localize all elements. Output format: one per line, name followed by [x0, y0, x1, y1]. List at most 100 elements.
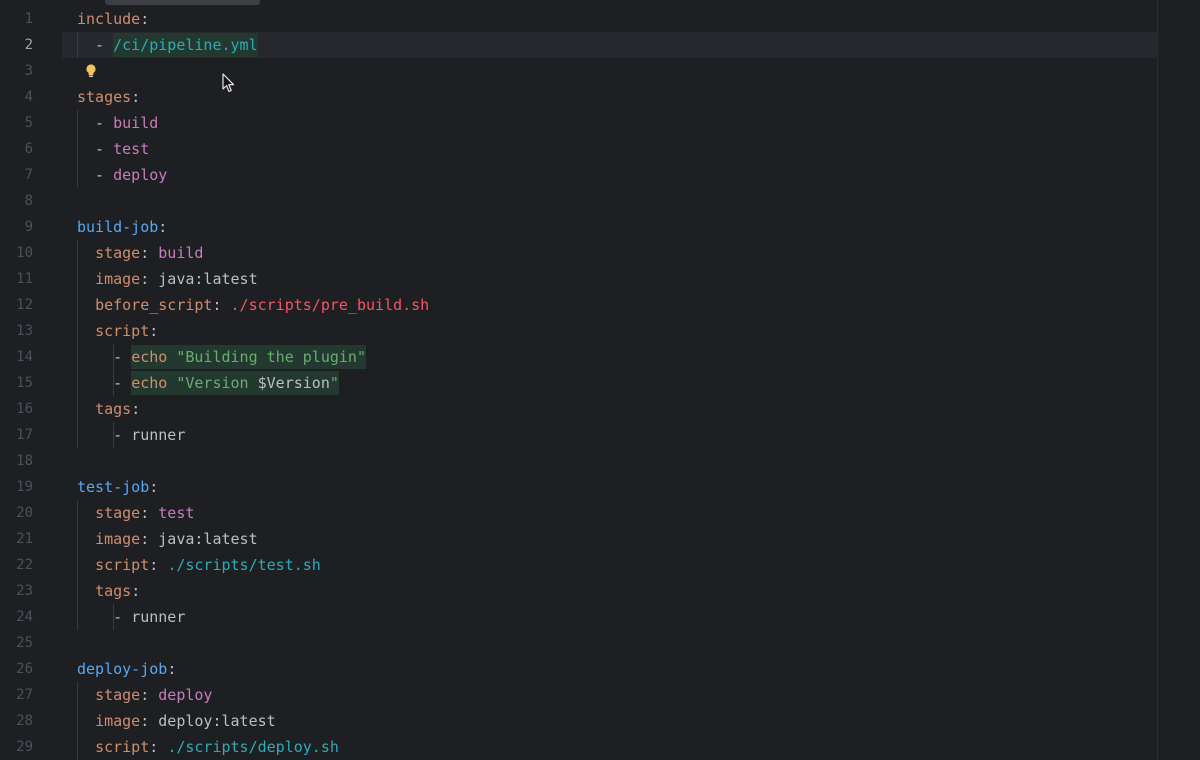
- code-line[interactable]: 27 stage: deploy: [0, 682, 1200, 708]
- code-line[interactable]: 9 build-job:: [0, 214, 1200, 240]
- line-number[interactable]: 12: [0, 292, 33, 318]
- code-token: image: [95, 530, 141, 548]
- line-number[interactable]: 11: [0, 266, 33, 292]
- line-number[interactable]: 7: [0, 162, 33, 188]
- code-line[interactable]: 11 image: java:latest: [0, 266, 1200, 292]
- line-content[interactable]: before_script: ./scripts/pre_build.sh: [77, 292, 429, 318]
- line-content[interactable]: stage: build: [77, 240, 203, 266]
- line-content[interactable]: - /ci/pipeline.yml: [77, 32, 258, 58]
- line-content[interactable]: test-job:: [77, 474, 158, 500]
- code-line[interactable]: 1 include:: [0, 6, 1200, 32]
- code-line[interactable]: 12 before_script: ./scripts/pre_build.sh: [0, 292, 1200, 318]
- line-number[interactable]: 13: [0, 318, 33, 344]
- line-content[interactable]: - deploy: [77, 162, 167, 188]
- code-line[interactable]: 15 - echo "Version $Version": [0, 370, 1200, 396]
- line-content[interactable]: stage: deploy: [77, 682, 212, 708]
- code-line[interactable]: 18: [0, 448, 1200, 474]
- code-token: stages: [77, 88, 132, 106]
- line-content[interactable]: tags:: [77, 578, 140, 604]
- code-line[interactable]: 7 - deploy: [0, 162, 1200, 188]
- line-number[interactable]: 24: [0, 604, 33, 630]
- line-number[interactable]: 16: [0, 396, 33, 422]
- line-content[interactable]: include:: [77, 6, 149, 32]
- code-line[interactable]: 3: [0, 58, 1200, 84]
- line-number[interactable]: 4: [0, 84, 33, 110]
- line-number[interactable]: 9: [0, 214, 33, 240]
- line-number[interactable]: 20: [0, 500, 33, 526]
- code-line[interactable]: 5 - build: [0, 110, 1200, 136]
- line-content[interactable]: script: ./scripts/deploy.sh: [77, 734, 339, 760]
- line-content[interactable]: image: java:latest: [77, 526, 258, 552]
- horizontal-scrollbar-thumb[interactable]: [105, 0, 260, 5]
- code-line[interactable]: 28 image: deploy:latest: [0, 708, 1200, 734]
- code-token: deploy-job: [77, 660, 168, 678]
- code-line[interactable]: 8: [0, 188, 1200, 214]
- code-token: -: [77, 36, 114, 54]
- line-content[interactable]: build-job:: [77, 214, 167, 240]
- line-number[interactable]: 18: [0, 448, 33, 474]
- line-content[interactable]: deploy-job:: [77, 656, 176, 682]
- line-number[interactable]: 1: [0, 6, 33, 32]
- line-number[interactable]: 21: [0, 526, 33, 552]
- code-token: /ci/pipeline.yml: [113, 33, 258, 57]
- line-number[interactable]: 25: [0, 630, 33, 656]
- line-number[interactable]: 10: [0, 240, 33, 266]
- code-line[interactable]: 26 deploy-job:: [0, 656, 1200, 682]
- line-number[interactable]: 8: [0, 188, 33, 214]
- line-content[interactable]: stage: test: [77, 500, 194, 526]
- line-content[interactable]: - echo "Version $Version": [77, 370, 339, 396]
- code-line[interactable]: 22 script: ./scripts/test.sh: [0, 552, 1200, 578]
- line-number[interactable]: 2: [0, 32, 33, 58]
- line-number[interactable]: 22: [0, 552, 33, 578]
- code-token: :: [140, 530, 159, 548]
- code-line[interactable]: 23 tags:: [0, 578, 1200, 604]
- code-editor[interactable]: 1 include: 2 - /ci/pipeline.yml 3 4 stages: 5 …: [0, 0, 1200, 760]
- line-content[interactable]: script: ./scripts/test.sh: [77, 552, 321, 578]
- line-content[interactable]: tags:: [77, 396, 140, 422]
- line-number[interactable]: 5: [0, 110, 33, 136]
- line-number[interactable]: 28: [0, 708, 33, 734]
- code-line[interactable]: 19 test-job:: [0, 474, 1200, 500]
- line-number[interactable]: 29: [0, 734, 33, 760]
- code-line[interactable]: 20 stage: test: [0, 500, 1200, 526]
- code-line[interactable]: 24 - runner: [0, 604, 1200, 630]
- editor-lines[interactable]: 1 include: 2 - /ci/pipeline.yml 3 4 stages: 5 …: [0, 6, 1200, 760]
- code-token: :: [131, 582, 141, 600]
- line-content[interactable]: image: java:latest: [77, 266, 258, 292]
- code-line[interactable]: 6 - test: [0, 136, 1200, 162]
- code-line[interactable]: 17 - runner: [0, 422, 1200, 448]
- code-line[interactable]: 2 - /ci/pipeline.yml: [0, 32, 1200, 58]
- line-number[interactable]: 26: [0, 656, 33, 682]
- code-token: deploy:latest: [158, 712, 276, 730]
- code-token: $Version: [257, 371, 330, 395]
- code-token: deploy: [158, 686, 213, 704]
- line-number[interactable]: 6: [0, 136, 33, 162]
- line-number[interactable]: 19: [0, 474, 33, 500]
- line-number[interactable]: 3: [0, 58, 33, 84]
- code-line[interactable]: 10 stage: build: [0, 240, 1200, 266]
- line-number[interactable]: 14: [0, 344, 33, 370]
- code-line[interactable]: 13 script:: [0, 318, 1200, 344]
- line-content[interactable]: image: deploy:latest: [77, 708, 276, 734]
- code-token: :: [212, 296, 231, 314]
- line-number[interactable]: 27: [0, 682, 33, 708]
- line-content[interactable]: script:: [77, 318, 158, 344]
- line-content[interactable]: - test: [77, 136, 149, 162]
- line-content[interactable]: - build: [77, 110, 158, 136]
- code-line[interactable]: 16 tags:: [0, 396, 1200, 422]
- line-number[interactable]: 15: [0, 370, 33, 396]
- code-line[interactable]: 14 - echo "Building the plugin": [0, 344, 1200, 370]
- code-line[interactable]: 21 image: java:latest: [0, 526, 1200, 552]
- code-line[interactable]: 4 stages:: [0, 84, 1200, 110]
- line-content[interactable]: stages:: [77, 84, 140, 110]
- line-number[interactable]: 17: [0, 422, 33, 448]
- code-line[interactable]: 25: [0, 630, 1200, 656]
- lightbulb-icon[interactable]: [84, 63, 98, 79]
- line-content[interactable]: - echo "Building the plugin": [77, 344, 366, 370]
- line-number[interactable]: 23: [0, 578, 33, 604]
- code-line[interactable]: 29 script: ./scripts/deploy.sh: [0, 734, 1200, 760]
- line-content[interactable]: - runner: [77, 422, 185, 448]
- line-content[interactable]: - runner: [77, 604, 185, 630]
